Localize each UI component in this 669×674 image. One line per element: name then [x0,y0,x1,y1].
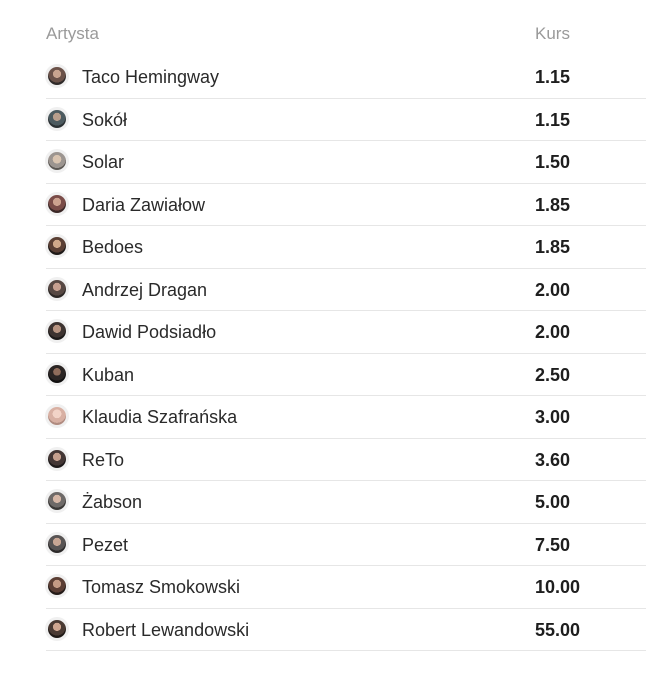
artist-name: Daria Zawiałow [82,194,206,215]
avatar [48,194,66,213]
column-header-artist: Artysta [46,24,99,43]
table-row[interactable]: Solar 1.50 [46,141,646,184]
odds-value: 1.85 [535,194,571,215]
odds-value: 3.60 [535,449,571,470]
avatar [48,279,66,298]
artist-name: Pezet [82,534,129,555]
artist-name: Klaudia Szafrańska [82,407,238,427]
odds-value: 5.00 [535,492,571,512]
artist-name: Robert Lewandowski [82,619,250,640]
avatar [48,407,66,425]
odds-value: 3.00 [535,407,571,427]
odds-value: 10.00 [535,577,581,597]
avatar [48,109,66,128]
artist-name: ReTo [82,449,125,470]
artist-name: Kuban [82,364,135,385]
avatar [48,619,66,638]
table-row[interactable]: Taco Hemingway 1.15 [46,56,646,99]
table-row[interactable]: Robert Lewandowski 55.00 [46,609,646,651]
artist-name: Sokół [82,109,128,130]
artist-name: Andrzej Dragan [82,279,208,300]
table-row[interactable]: Żabson 5.00 [46,481,646,524]
avatar [48,152,66,170]
table-row[interactable]: Sokół 1.15 [46,99,646,141]
avatar [48,492,66,510]
avatar [48,237,66,255]
table-row[interactable]: Andrzej Dragan 2.00 [46,269,646,311]
odds-value: 2.00 [535,322,571,342]
odds-value: 1.15 [535,67,571,87]
avatar [48,449,66,468]
artist-name: Tomasz Smokowski [82,577,241,597]
table-row[interactable]: Bedoes 1.85 [46,226,646,269]
table-row[interactable]: Dawid Podsiadło 2.00 [46,311,646,354]
table-row[interactable]: Daria Zawiałow 1.85 [46,184,646,226]
odds-value: 1.15 [535,109,571,130]
avatar [48,534,66,553]
odds-value: 2.50 [535,364,571,385]
odds-value: 1.50 [535,152,571,172]
avatar [48,322,66,340]
table-row[interactable]: ReTo 3.60 [46,439,646,481]
odds-value: 1.85 [535,237,571,257]
odds-value: 55.00 [535,619,581,640]
odds-table: Artysta Kurs Taco Hemingway 1.15 Sokół 1… [46,0,646,651]
avatar [48,577,66,595]
odds-value: 7.50 [535,534,571,555]
table-body: Taco Hemingway 1.15 Sokół 1.15 Solar 1.5… [46,56,646,651]
artist-name: Dawid Podsiadło [82,322,217,342]
avatar [48,67,66,85]
artist-name: Solar [82,152,125,172]
avatar [48,364,66,383]
table-header: Artysta Kurs [46,0,646,56]
artist-name: Żabson [82,492,143,512]
column-header-odds: Kurs [535,24,570,43]
table-row[interactable]: Klaudia Szafrańska 3.00 [46,396,646,439]
odds-value: 2.00 [535,279,571,300]
artist-name: Bedoes [82,237,144,257]
artist-name: Taco Hemingway [82,67,220,87]
table-row[interactable]: Tomasz Smokowski 10.00 [46,566,646,609]
table-row[interactable]: Kuban 2.50 [46,354,646,396]
table-row[interactable]: Pezet 7.50 [46,524,646,566]
